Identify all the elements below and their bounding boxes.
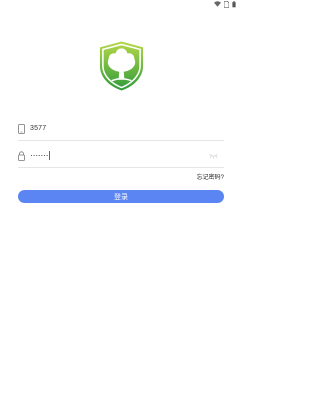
lock-icon (18, 151, 25, 161)
phone-field[interactable]: 3577 (18, 120, 224, 141)
battery-icon (232, 0, 236, 7)
password-value: ······· (30, 150, 49, 160)
phone-input[interactable]: 3577 (30, 125, 46, 132)
password-input[interactable]: ······· (30, 150, 51, 160)
app-logo (99, 41, 144, 91)
phone-icon (18, 124, 25, 134)
eye-closed-icon[interactable] (209, 153, 218, 159)
login-button[interactable]: 登录 (18, 190, 224, 203)
wifi-icon (214, 1, 221, 7)
sim-off-icon (224, 0, 229, 8)
text-cursor (49, 150, 51, 160)
password-field[interactable]: ······· (18, 147, 224, 168)
status-bar (214, 0, 236, 8)
forgot-password-link[interactable]: 忘记密码? (197, 172, 224, 181)
